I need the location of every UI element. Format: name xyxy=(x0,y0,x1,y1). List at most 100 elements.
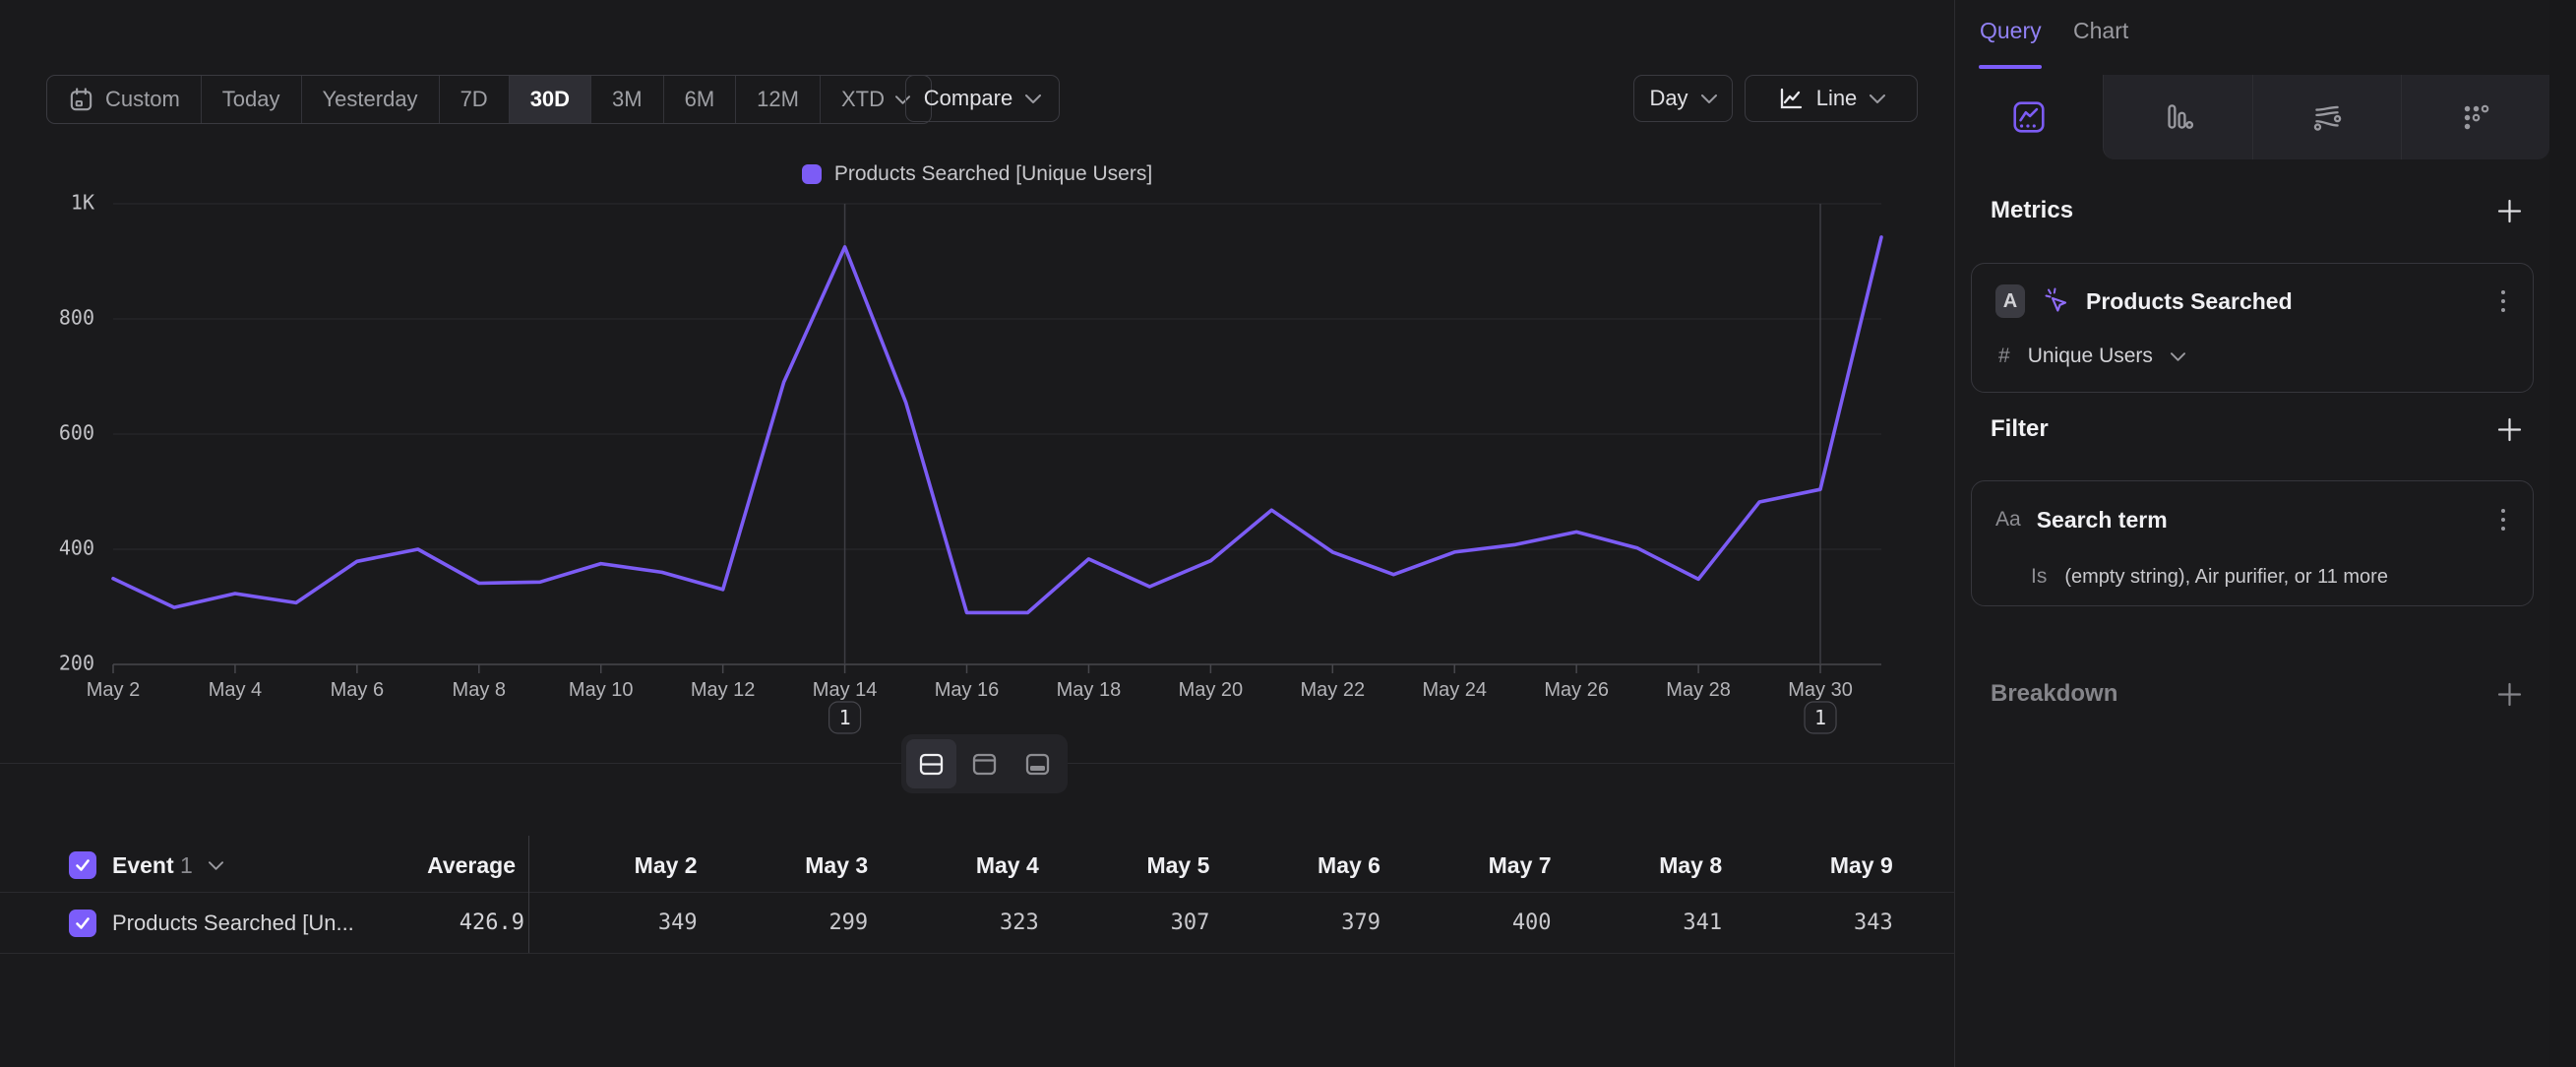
x-axis-label: May 22 xyxy=(1301,679,1366,701)
date-range-3m[interactable]: 3M xyxy=(591,76,664,123)
date-range-label: Custom xyxy=(105,87,180,112)
filter-title: Filter xyxy=(1991,415,2049,443)
bar-chart-tab-icon xyxy=(2160,99,2195,135)
date-range-today[interactable]: Today xyxy=(202,76,302,123)
annotation-badge-label: 1 xyxy=(1814,706,1826,729)
filter-property-name[interactable]: Search term xyxy=(2037,507,2168,534)
date-column-header[interactable]: May 8 xyxy=(1554,852,1725,879)
date-range-label: Yesterday xyxy=(323,87,418,112)
date-range-yesterday[interactable]: Yesterday xyxy=(302,76,440,123)
compare-button[interactable]: Compare xyxy=(905,75,1060,122)
date-column-headers: May 2May 3May 4May 5May 6May 7May 8May 9 xyxy=(528,852,1895,879)
date-column-header[interactable]: May 9 xyxy=(1724,852,1895,879)
y-axis-label: 800 xyxy=(59,306,94,330)
y-axis-label: 400 xyxy=(59,536,94,560)
x-axis-label: May 20 xyxy=(1179,679,1244,701)
date-column-header[interactable]: May 7 xyxy=(1382,852,1554,879)
aggregation-hash-icon: # xyxy=(1998,345,2010,368)
date-range-custom[interactable]: Custom xyxy=(47,76,202,123)
cell-value: 349 xyxy=(528,910,700,935)
annotation-badge-label: 1 xyxy=(839,706,851,729)
layout-split-horizontal-button[interactable] xyxy=(906,739,956,788)
chevron-down-icon[interactable] xyxy=(209,861,223,870)
granularity-dropdown[interactable]: Day xyxy=(1633,75,1733,122)
chevron-down-icon xyxy=(1870,94,1885,103)
table-header-row: Event 1 Average May 2May 3May 4May 5May … xyxy=(0,839,1954,892)
add-breakdown-button[interactable] xyxy=(2496,681,2523,708)
x-axis-label: May 26 xyxy=(1544,679,1609,701)
chevron-down-icon xyxy=(1701,94,1717,103)
x-axis-label: May 6 xyxy=(331,679,384,701)
filter-card[interactable]: Aa Search term Is (empty string), Air pu… xyxy=(1971,480,2534,606)
query-builder-panel: Query Chart xyxy=(1954,0,2576,1067)
date-range-label: 6M xyxy=(685,87,715,112)
event-column-header[interactable]: Event 1 xyxy=(112,852,193,879)
date-range-6m[interactable]: 6M xyxy=(664,76,737,123)
tab-chart[interactable]: Chart xyxy=(2073,18,2128,44)
metric-event-name[interactable]: Products Searched xyxy=(2086,288,2293,315)
date-column-header[interactable]: May 5 xyxy=(1041,852,1212,879)
row-checkbox[interactable] xyxy=(69,910,96,937)
metric-card[interactable]: A Products Searched # Unique Users xyxy=(1971,263,2534,393)
date-range-12m[interactable]: 12M xyxy=(736,76,821,123)
x-axis-label: May 24 xyxy=(1422,679,1487,701)
layout-top-bar-icon xyxy=(970,750,999,779)
row-average-value: 426.9 xyxy=(460,910,524,935)
row-event-name[interactable]: Products Searched [Un... xyxy=(112,910,354,936)
layout-chart-only-button[interactable] xyxy=(959,739,1010,788)
filter-operator[interactable]: Is xyxy=(2031,565,2047,589)
split-horizontal-icon xyxy=(917,750,946,779)
add-filter-button[interactable] xyxy=(2496,416,2523,443)
select-all-checkbox[interactable] xyxy=(69,851,96,879)
chart-type-tab-line[interactable] xyxy=(1955,75,2103,159)
layout-bottom-filled-icon xyxy=(1023,750,1052,779)
chart-type-label: Line xyxy=(1816,86,1858,111)
x-axis-label: May 18 xyxy=(1057,679,1122,701)
chart-type-tab-bar xyxy=(1955,75,2549,159)
metric-menu-button[interactable] xyxy=(2495,284,2512,319)
breakdown-section-header: Breakdown xyxy=(1991,676,2523,712)
date-range-30d[interactable]: 30D xyxy=(510,76,591,123)
x-axis-label: May 2 xyxy=(87,679,140,701)
aggregation-selector[interactable]: Unique Users xyxy=(2028,345,2153,368)
x-axis-label: May 10 xyxy=(569,679,634,701)
cell-value: 323 xyxy=(870,910,1041,935)
cell-value: 299 xyxy=(700,910,871,935)
panel-scroll-gutter[interactable] xyxy=(2549,0,2576,1067)
trend-line-chart[interactable]: 2004006008001KMay 2May 4May 6May 8May 10… xyxy=(0,187,1954,750)
calendar-icon xyxy=(68,87,94,113)
chevron-down-icon[interactable] xyxy=(2171,352,2185,361)
filter-value[interactable]: (empty string), Air purifier, or 11 more xyxy=(2064,566,2388,589)
date-column-header[interactable]: May 2 xyxy=(528,852,700,879)
tab-query[interactable]: Query xyxy=(1980,18,2042,44)
filter-menu-button[interactable] xyxy=(2495,503,2512,537)
date-column-header[interactable]: May 3 xyxy=(700,852,871,879)
metrics-title: Metrics xyxy=(1991,197,2073,224)
date-column-header[interactable]: May 6 xyxy=(1211,852,1382,879)
check-icon xyxy=(75,858,91,872)
x-axis-label: May 28 xyxy=(1666,679,1731,701)
x-axis-label: May 14 xyxy=(813,679,878,701)
granularity-label: Day xyxy=(1649,86,1687,111)
event-cursor-icon xyxy=(2041,286,2070,316)
row-date-values: 349299323307379400341343 xyxy=(528,910,1895,935)
legend-swatch xyxy=(802,164,822,184)
chart-type-tab-flow[interactable] xyxy=(2252,75,2401,159)
breakdown-title: Breakdown xyxy=(1991,680,2117,708)
average-column-header[interactable]: Average xyxy=(427,852,516,879)
y-axis-label: 600 xyxy=(59,421,94,445)
chart-type-dropdown[interactable]: Line xyxy=(1745,75,1918,122)
date-column-header[interactable]: May 4 xyxy=(870,852,1041,879)
layout-toggle-group xyxy=(901,734,1068,793)
x-axis-label: May 4 xyxy=(209,679,262,701)
filter-section-header: Filter xyxy=(1991,411,2523,447)
add-metric-button[interactable] xyxy=(2496,198,2523,224)
date-range-7d[interactable]: 7D xyxy=(440,76,510,123)
date-range-label: 12M xyxy=(757,87,799,112)
date-range-label: 30D xyxy=(530,87,570,112)
metrics-grid-tab-icon xyxy=(2458,99,2493,135)
chart-type-tab-metrics[interactable] xyxy=(2401,75,2549,159)
chart-type-tab-bar-chart[interactable] xyxy=(2103,75,2251,159)
layout-table-only-button[interactable] xyxy=(1012,739,1063,788)
insights-report-app: CustomTodayYesterday7D30D3M6M12MXTD Comp… xyxy=(0,0,2576,1067)
